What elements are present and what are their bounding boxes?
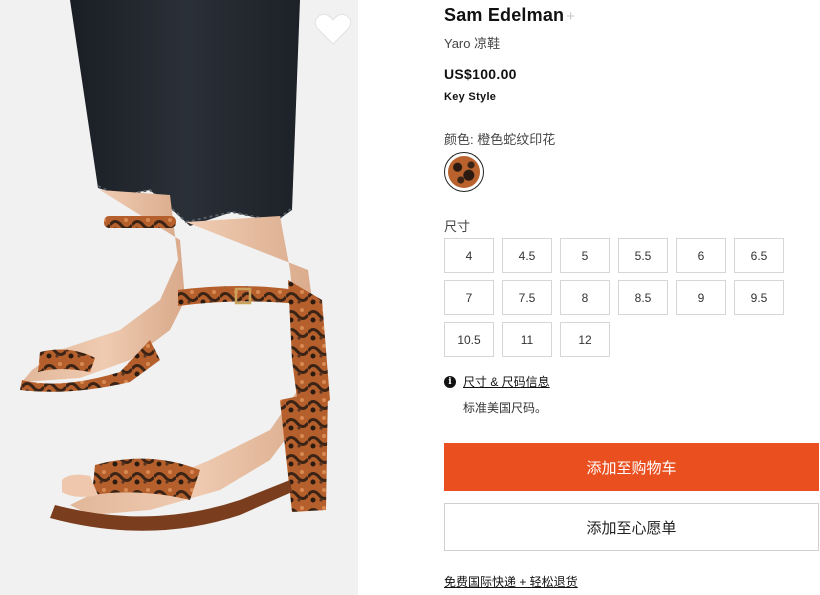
size-option[interactable]: 5.5 [618,238,668,273]
size-options-grid: 4 4.5 5 5.5 6 6.5 7 7.5 8 8.5 9 9.5 10.5… [444,238,786,357]
size-option[interactable]: 7.5 [502,280,552,315]
size-option[interactable]: 12 [560,322,610,357]
product-image [0,0,358,595]
size-option[interactable]: 5 [560,238,610,273]
size-option[interactable]: 10.5 [444,322,494,357]
size-option[interactable]: 4.5 [502,238,552,273]
size-option[interactable]: 11 [502,322,552,357]
follow-brand-plus-icon[interactable]: + [566,8,575,25]
size-option[interactable]: 4 [444,238,494,273]
brand-name-link[interactable]: Sam Edelman [444,5,564,26]
size-guide-link[interactable]: 尺寸 & 尺码信息 [463,373,550,390]
sandal-photo [20,0,330,531]
size-option[interactable]: 8 [560,280,610,315]
product-price: US$100.00 [444,66,517,82]
size-option[interactable]: 6.5 [734,238,784,273]
add-to-wishlist-button[interactable]: 添加至心愿单 [444,503,819,551]
key-style-badge: Key Style [444,91,497,103]
size-option[interactable]: 8.5 [618,280,668,315]
size-label: 尺寸 [444,219,471,234]
favorite-heart-icon[interactable] [314,12,352,46]
brand-row: Sam Edelman + [444,5,575,26]
color-swatch-orange-snake[interactable] [444,152,484,192]
product-name: Yaro 凉鞋 [444,36,501,51]
size-option[interactable]: 7 [444,280,494,315]
size-option[interactable]: 9.5 [734,280,784,315]
shipping-returns-link[interactable]: 免费国际快递 + 轻松退货 [444,573,578,590]
info-icon: i [444,375,456,388]
swatch-fill [448,156,480,188]
add-to-cart-button[interactable]: 添加至购物车 [444,443,819,491]
standard-size-note: 标准美国尺码。 [463,401,548,415]
size-option[interactable]: 9 [676,280,726,315]
size-option[interactable]: 6 [676,238,726,273]
color-label: 颜色: 橙色蛇纹印花 [444,132,556,147]
size-info-row: i 尺寸 & 尺码信息 [444,373,550,390]
